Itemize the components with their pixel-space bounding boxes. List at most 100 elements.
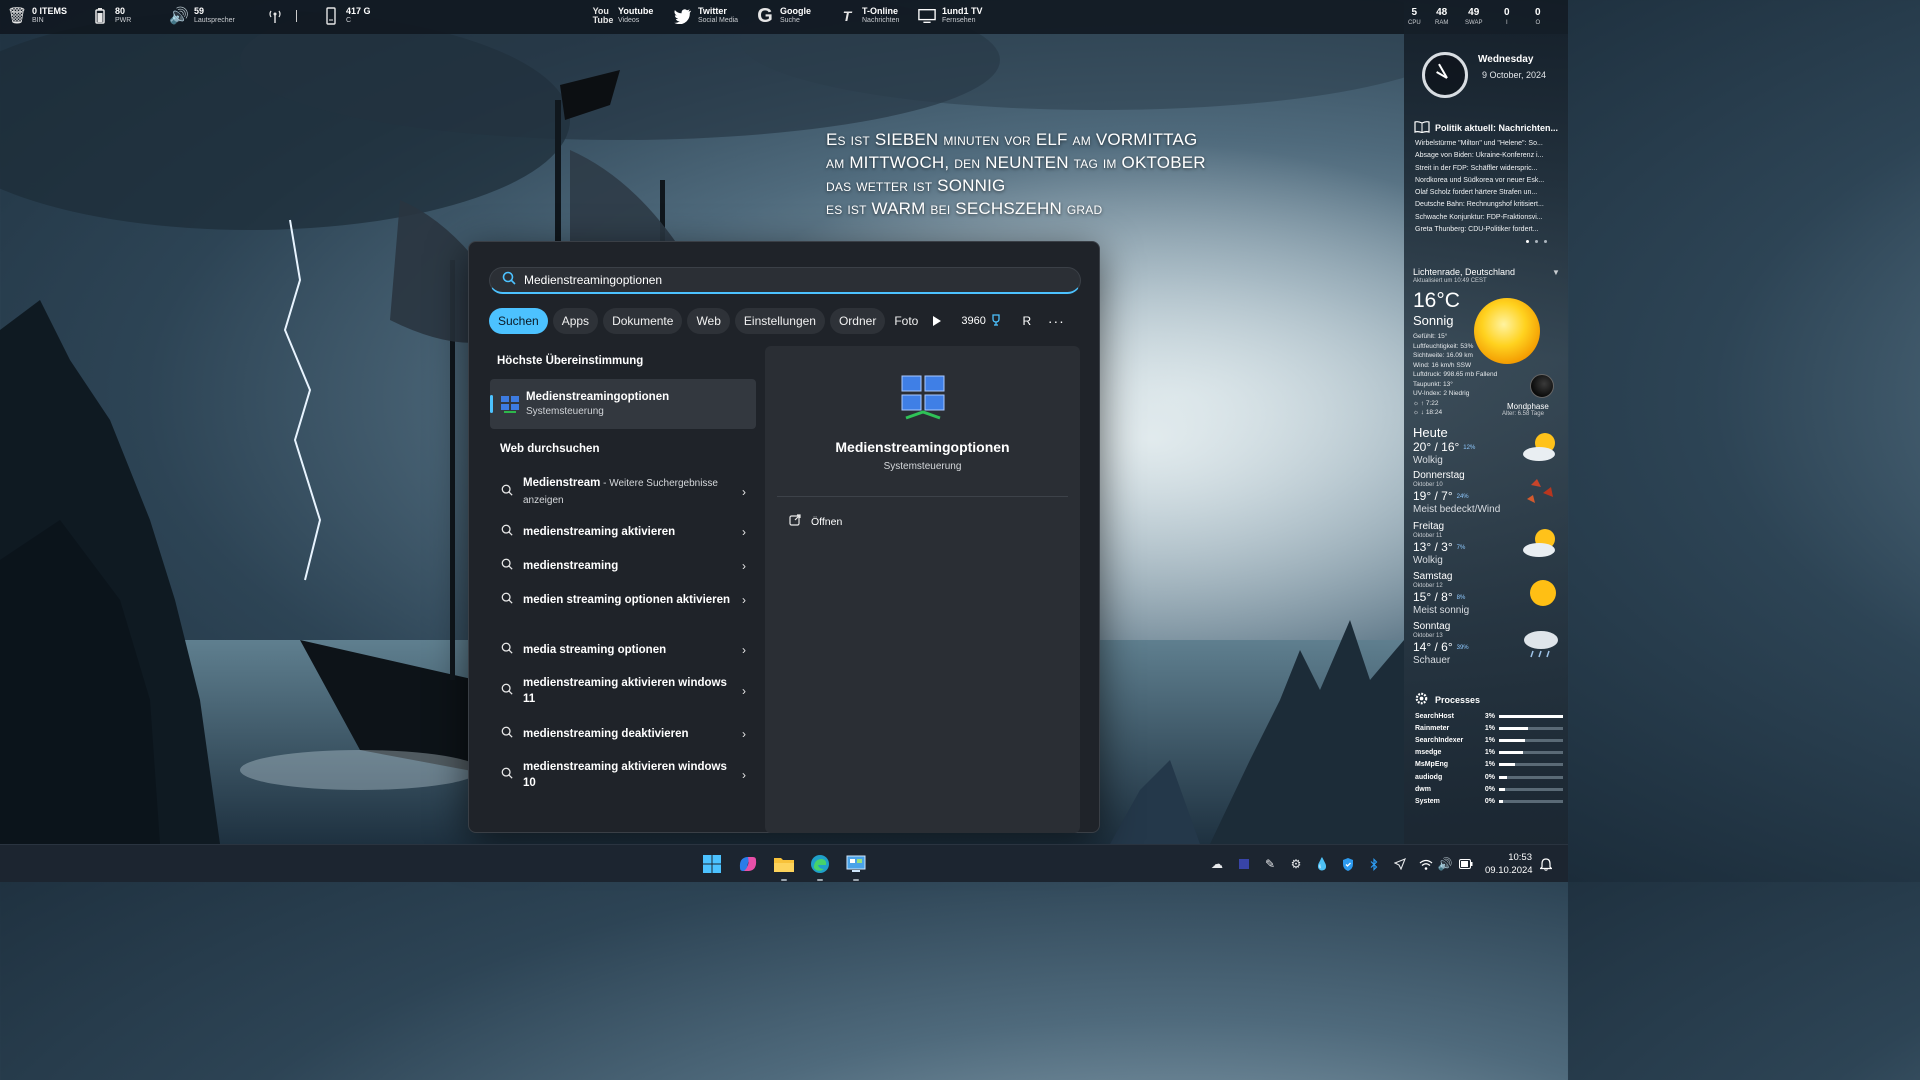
web-suggestion[interactable]: medienstreaming › xyxy=(501,557,751,575)
processes-title: Processes xyxy=(1435,694,1481,705)
taskbar: ☁ ✎ ⚙ 💧 🔊 10:53 09.10.2024 xyxy=(0,844,1568,882)
twitter-launcher[interactable]: Twitter Social Media xyxy=(674,6,738,26)
play-icon[interactable] xyxy=(927,308,947,334)
forecast-day: Heute 20° / 16° 12% Wolkig xyxy=(1413,426,1563,467)
running-indicator xyxy=(853,879,859,881)
cpu-stat: 5 CPU xyxy=(1408,8,1421,28)
chevron-right-icon: › xyxy=(742,485,746,499)
t-online-launcher[interactable]: T T-Online Nachrichten xyxy=(838,6,900,26)
search-box[interactable]: Medienstreamingoptionen xyxy=(489,267,1081,294)
drop-icon[interactable]: 💧 xyxy=(1314,856,1330,872)
onedrive-icon[interactable]: ☁ xyxy=(1209,856,1225,872)
processes-header: Processes xyxy=(1414,691,1480,708)
news-item[interactable]: Absage von Biden: Ukraine-Konferenz i... xyxy=(1415,150,1563,162)
news-item[interactable]: Schwache Konjunktur: FDP-Fraktionsvi... xyxy=(1415,212,1563,224)
filter-ordner[interactable]: Ordner xyxy=(829,308,886,334)
news-item[interactable]: Olaf Scholz fordert härtere Strafen un..… xyxy=(1415,187,1563,199)
filter-foto[interactable]: Foto xyxy=(890,308,922,334)
app-tray-icon[interactable] xyxy=(1236,856,1252,872)
web-suggestion[interactable]: medienstreaming aktivieren › xyxy=(501,523,751,541)
news-item[interactable]: Deutsche Bahn: Rechnungshof kritisiert..… xyxy=(1415,199,1563,211)
control-panel-icon[interactable] xyxy=(844,852,868,881)
moon-phase-label: Mondphase xyxy=(1507,402,1549,411)
process-usage-bar xyxy=(1499,799,1563,803)
news-item[interactable]: Streit in der FDP: Schäffler widerspric.… xyxy=(1415,163,1563,175)
youtube-launcher[interactable]: You Tube Youtube Videos xyxy=(593,6,654,26)
volume-icon[interactable]: 🔊 xyxy=(1437,856,1453,872)
forecast-day: Sonntag Oktober 13 14° / 6° 39% Schauer xyxy=(1413,622,1563,667)
taskbar-date[interactable]: 09.10.2024 xyxy=(1485,865,1533,876)
defender-shield-icon[interactable] xyxy=(1340,856,1356,872)
send-icon[interactable] xyxy=(1392,856,1408,872)
news-pager-dots[interactable] xyxy=(1526,240,1547,243)
search-input[interactable]: Medienstreamingoptionen xyxy=(524,273,662,287)
web-suggestion[interactable]: medienstreaming deaktivieren › xyxy=(501,725,751,743)
filter-web[interactable]: Web xyxy=(687,308,730,334)
windows-start-icon[interactable] xyxy=(700,852,724,876)
forecast-rain: 24% xyxy=(1456,493,1469,500)
open-action[interactable]: Öffnen xyxy=(789,514,842,529)
book-icon xyxy=(1414,120,1430,135)
battery-widget[interactable]: 80 PWR xyxy=(91,6,131,26)
weather-detail: Wind: 16 km/h SSW xyxy=(1413,361,1472,369)
wifi-icon[interactable] xyxy=(1418,856,1434,872)
best-match-result[interactable]: Medienstreamingoptionen Systemsteuerung xyxy=(490,379,756,429)
process-name: System xyxy=(1415,797,1440,805)
rainmeter-sidebar: Wednesday 9 October, 2024 Politik aktuel… xyxy=(1404,34,1568,844)
taskbar-time[interactable]: 10:53 xyxy=(1508,852,1532,863)
news-item[interactable]: Greta Thunberg: CDU-Politiker fordert... xyxy=(1415,224,1563,236)
process-percent: 1% xyxy=(1484,761,1495,769)
start-search-panel: Medienstreamingoptionen Suchen Apps Doku… xyxy=(468,241,1100,833)
edge-icon[interactable] xyxy=(808,852,832,881)
speaker-icon: 🔊 xyxy=(169,8,189,25)
web-suggestion[interactable]: medienstreaming aktivieren windows 10 › xyxy=(501,759,751,791)
news-header[interactable]: Politik aktuell: Nachrichten... xyxy=(1414,120,1558,135)
web-suggestion[interactable]: medienstreaming aktivieren windows 11 › xyxy=(501,675,751,707)
full-date: 9 October, 2024 xyxy=(1482,70,1547,80)
cpu-value: 5 xyxy=(1411,7,1418,18)
copilot-icon[interactable] xyxy=(736,852,760,876)
search-icon xyxy=(501,523,513,541)
web-suggestion[interactable]: medien streaming optionen aktivieren › xyxy=(501,591,751,609)
filter-einstellungen[interactable]: Einstellungen xyxy=(734,308,825,334)
google-launcher[interactable]: G Google Suche xyxy=(756,5,811,27)
network-widget[interactable] xyxy=(266,6,297,26)
forecast-rain: 39% xyxy=(1456,644,1469,651)
notification-bell-icon[interactable] xyxy=(1538,856,1554,872)
pen-icon[interactable]: ✎ xyxy=(1262,856,1278,872)
drive-free: 417 G xyxy=(346,6,371,16)
file-explorer-icon[interactable] xyxy=(772,852,796,881)
process-usage-fill xyxy=(1499,714,1563,718)
filter-suchen[interactable]: Suchen xyxy=(489,308,548,334)
process-row: MsMpEng 1% xyxy=(1415,759,1563,771)
chevron-down-icon[interactable]: ▼ xyxy=(1552,268,1560,277)
volume-widget[interactable]: 🔊 59 Lautsprecher xyxy=(169,6,235,26)
steam-icon[interactable]: ⚙ xyxy=(1288,856,1304,872)
recycle-bin-widget[interactable]: 🗑 0 ITEMS BIN xyxy=(7,6,67,26)
news-item[interactable]: Wirbelstürme "Milton" und "Helene": So..… xyxy=(1415,138,1563,150)
tv-launcher[interactable]: 1und1 TV Fernsehen xyxy=(918,6,983,26)
showers-icon xyxy=(1524,631,1558,658)
drive-widget[interactable]: 417 GC xyxy=(322,6,371,26)
open-external-icon xyxy=(789,514,801,529)
rewards-points[interactable]: 3960 xyxy=(961,313,1001,329)
tv-sub: Fernsehen xyxy=(942,17,976,24)
profile-avatar[interactable]: R xyxy=(1016,310,1038,332)
news-item[interactable]: Nordkorea und Südkorea vor neuer Esk... xyxy=(1415,175,1563,187)
weather-detail: ☼ ↓ 18:24 xyxy=(1413,409,1443,416)
filter-dokumente[interactable]: Dokumente xyxy=(603,308,683,334)
filter-apps[interactable]: Apps xyxy=(552,308,599,334)
battery-charging-icon[interactable] xyxy=(1458,856,1474,872)
process-row: msedge 1% xyxy=(1415,747,1563,759)
more-options-icon[interactable]: ··· xyxy=(1048,313,1065,329)
process-row: audiodg 0% xyxy=(1415,771,1563,783)
bluetooth-icon[interactable] xyxy=(1366,856,1382,872)
web-suggestion[interactable]: Medienstream - Weitere Suchergebnisse an… xyxy=(501,475,751,509)
forecast-temps: 19° / 7° xyxy=(1413,489,1453,503)
forecast-temps: 14° / 6° xyxy=(1413,640,1453,654)
process-percent: 1% xyxy=(1484,736,1495,744)
process-row: System 0% xyxy=(1415,795,1563,807)
battery-icon xyxy=(91,6,109,26)
web-suggestion[interactable]: media streaming optionen › xyxy=(501,641,751,659)
sunny-icon xyxy=(1530,580,1556,606)
